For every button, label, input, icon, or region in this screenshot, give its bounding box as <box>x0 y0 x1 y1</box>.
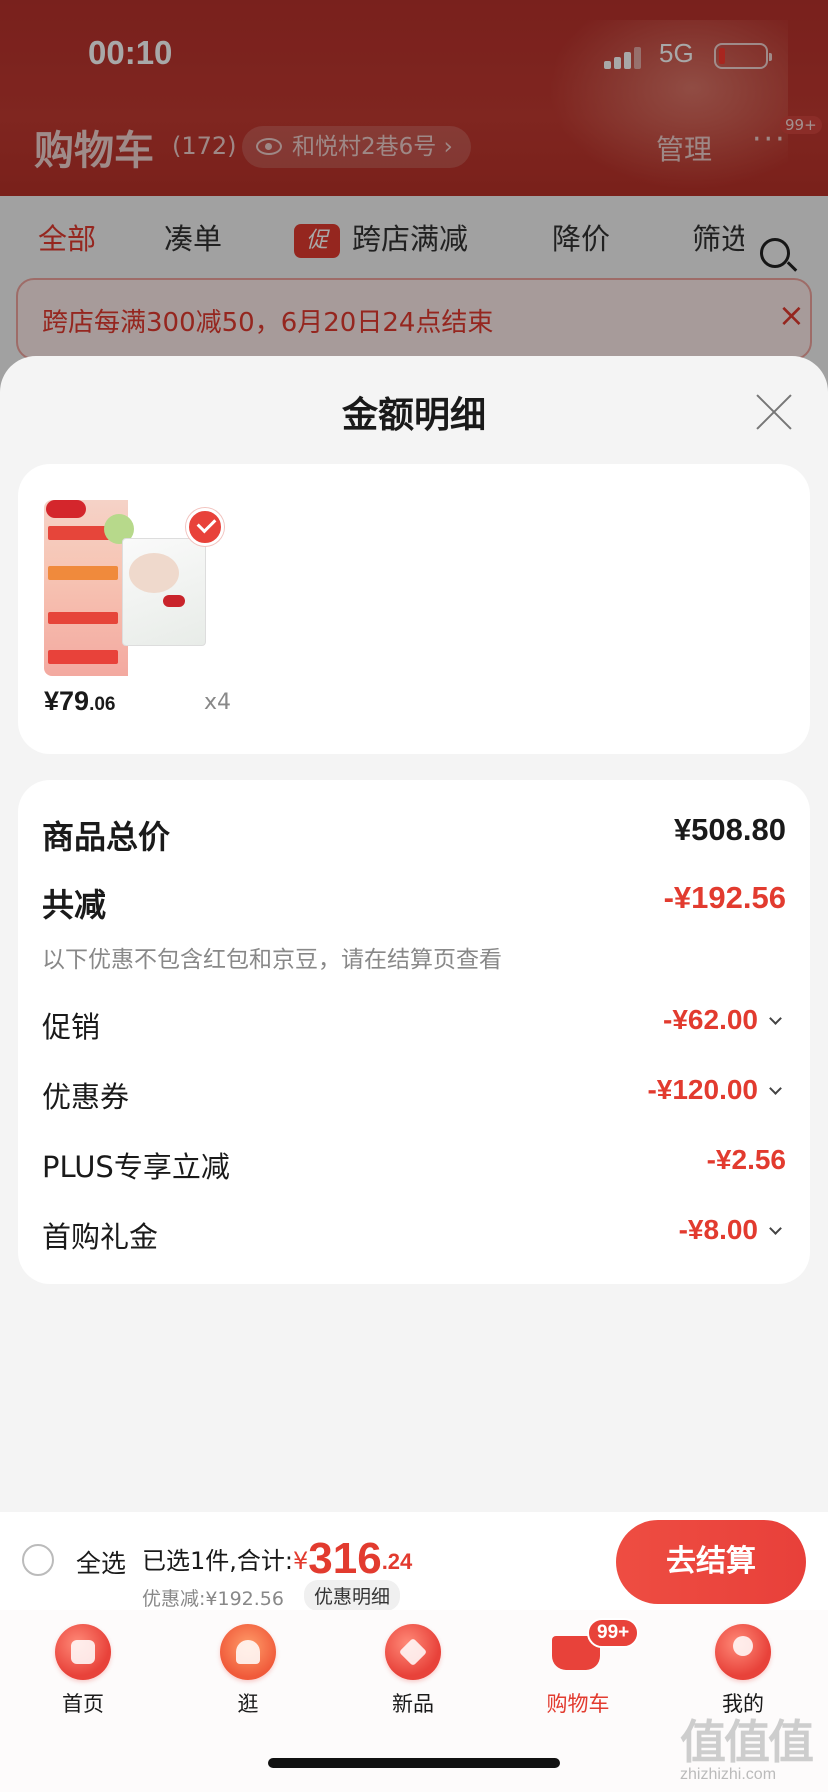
checkout-button[interactable]: 去结算 <box>616 1520 806 1604</box>
select-all-label[interactable]: 全选 <box>76 1544 126 1580</box>
reduce-row: 共减 -¥192.56 <box>42 880 786 924</box>
detail-row-promotion[interactable]: 促销 -¥62.00 <box>42 1004 786 1048</box>
tab-label: 新品 <box>392 1692 434 1716</box>
product-price: ¥79.06 <box>44 686 115 717</box>
tab-cart[interactable]: 99+ 购物车 <box>523 1618 640 1718</box>
total-int: 316 <box>308 1534 382 1583</box>
discount-note: 以下优惠不包含红包和京豆，请在结算页查看 <box>42 947 502 973</box>
new-products-icon <box>385 1624 441 1680</box>
saved-amount: 优惠减:¥192.56 <box>142 1588 284 1610</box>
discount-detail-button[interactable]: 优惠明细 <box>304 1580 401 1611</box>
brand-logo <box>46 500 86 518</box>
selected-check-icon <box>186 508 224 546</box>
bottom-tabbar: 首页 逛 新品 99+ 购物车 我的 值值值 zhizhizhi.com <box>0 1610 828 1792</box>
tab-new[interactable]: 新品 <box>358 1624 468 1718</box>
chevron-down-icon <box>769 1012 782 1025</box>
detail-row-plus: PLUS专享立减 -¥2.56 <box>42 1144 786 1188</box>
select-all-checkbox[interactable] <box>22 1544 54 1576</box>
tab-browse[interactable]: 逛 <box>193 1624 303 1718</box>
detail-label: 优惠券 <box>42 1080 130 1114</box>
detail-value: -¥62.00 <box>663 1004 758 1035</box>
selected-text: 已选1件,合计: <box>142 1547 293 1575</box>
product-qty: x4 <box>204 690 232 715</box>
checkout-bar: 全选 已选1件,合计:¥316.24 优惠减:¥192.56 优惠明细 去结算 <box>0 1512 828 1611</box>
detail-value: -¥120.00 <box>647 1074 758 1105</box>
chevron-down-icon <box>769 1082 782 1095</box>
total-summary: 已选1件,合计:¥316.24 <box>142 1534 412 1584</box>
close-icon[interactable] <box>754 392 794 432</box>
detail-row-gift[interactable]: 首购礼金 -¥8.00 <box>42 1214 786 1258</box>
browse-icon <box>220 1624 276 1680</box>
home-icon <box>55 1624 111 1680</box>
reduce-value: -¥192.56 <box>663 880 786 915</box>
detail-value: -¥8.00 <box>678 1214 758 1245</box>
tab-me[interactable]: 我的 <box>688 1624 798 1718</box>
home-indicator[interactable] <box>268 1758 560 1768</box>
detail-label: 促销 <box>42 1010 101 1044</box>
chevron-down-icon <box>769 1222 782 1235</box>
yen-sign: ¥ <box>292 1547 309 1575</box>
overlay-mask[interactable] <box>0 0 828 400</box>
price-dec: .06 <box>89 694 116 715</box>
detail-value: -¥2.56 <box>706 1144 786 1175</box>
total-dec: .24 <box>381 1549 413 1574</box>
profile-icon <box>715 1624 771 1680</box>
cart-badge: 99+ <box>587 1618 640 1648</box>
tab-label: 首页 <box>62 1692 104 1716</box>
detail-row-coupon[interactable]: 优惠券 -¥120.00 <box>42 1074 786 1118</box>
total-label: 商品总价 <box>42 818 171 856</box>
total-row: 商品总价 ¥508.80 <box>42 812 786 856</box>
tab-home[interactable]: 首页 <box>28 1624 138 1718</box>
detail-label: PLUS专享立减 <box>42 1150 230 1184</box>
detail-label: 首购礼金 <box>42 1220 159 1254</box>
amount-detail-sheet: 金额明细 ¥79.06 x4 商品总价 ¥508.80 共减 -¥192.56 … <box>0 356 828 1512</box>
reduce-label: 共减 <box>42 886 107 924</box>
total-value: ¥508.80 <box>673 812 786 847</box>
tab-label: 购物车 <box>546 1692 610 1716</box>
price-detail-card: 商品总价 ¥508.80 共减 -¥192.56 以下优惠不包含红包和京豆，请在… <box>18 780 810 1284</box>
price-int: ¥79 <box>44 686 90 716</box>
product-card: ¥79.06 x4 <box>18 464 810 754</box>
tab-label: 逛 <box>237 1692 259 1716</box>
watermark: 值值值 <box>680 1715 814 1769</box>
sheet-title: 金额明细 <box>341 395 486 436</box>
watermark-url: zhizhizhi.com <box>680 1766 777 1783</box>
